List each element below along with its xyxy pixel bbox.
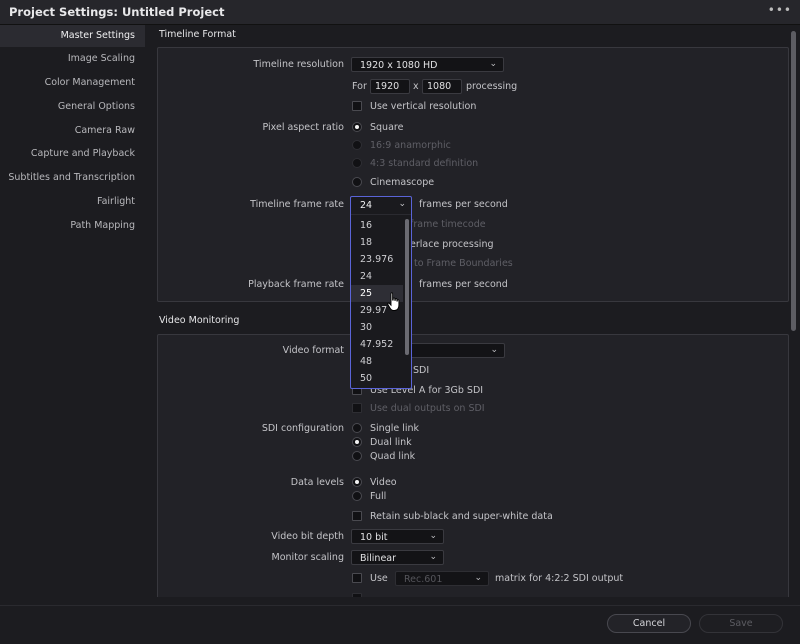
video-format-label: Video format bbox=[282, 345, 344, 356]
dual-outputs-label: Use dual outputs on SDI bbox=[370, 403, 485, 414]
frame-rate-option[interactable]: 23.976 bbox=[351, 251, 403, 268]
frame-rate-option[interactable]: 18 bbox=[351, 234, 403, 251]
retain-checkbox[interactable] bbox=[352, 511, 362, 521]
resolution-value: 1920 x 1080 HD bbox=[360, 60, 438, 71]
bit-depth-select[interactable]: 10 bit ⌄ bbox=[351, 529, 444, 544]
chevron-down-icon: ⌄ bbox=[398, 199, 406, 209]
sdi-single-radio[interactable] bbox=[352, 423, 362, 433]
content-scrollbar[interactable] bbox=[791, 25, 797, 605]
next-checkbox[interactable] bbox=[352, 593, 362, 597]
section-title-timeline-format: Timeline Format bbox=[159, 29, 236, 40]
sdi-quad-radio[interactable] bbox=[352, 451, 362, 461]
par-cinemascope-radio[interactable] bbox=[352, 177, 362, 187]
playback-fps-label: frames per second bbox=[419, 279, 508, 290]
par-square-radio[interactable] bbox=[352, 122, 362, 132]
frame-rate-option[interactable]: 48 bbox=[351, 353, 403, 370]
playback-rate-label: Playback frame rate bbox=[248, 279, 344, 290]
sdi-label: SDI bbox=[413, 365, 430, 376]
matrix-select[interactable]: Rec.601 ⌄ bbox=[395, 571, 489, 586]
bit-depth-value: 10 bit bbox=[360, 532, 388, 543]
frame-rate-option[interactable]: 30 bbox=[351, 319, 403, 336]
dual-outputs-checkbox[interactable] bbox=[352, 403, 362, 413]
drop-frame-label: frame timecode bbox=[410, 219, 486, 230]
height-input[interactable]: 1080 bbox=[422, 79, 462, 94]
monitor-scaling-label: Monitor scaling bbox=[271, 552, 344, 563]
bit-depth-label: Video bit depth bbox=[271, 531, 344, 542]
par-anamorphic-radio[interactable] bbox=[352, 140, 362, 150]
for-label: For bbox=[352, 81, 367, 92]
sdi-dual-radio[interactable] bbox=[352, 437, 362, 447]
frame-rate-label: Timeline frame rate bbox=[250, 199, 344, 210]
x-label: x bbox=[413, 81, 419, 92]
fps-label: frames per second bbox=[419, 199, 508, 210]
frame-rate-option[interactable]: 47.952 bbox=[351, 336, 403, 353]
matrix-value: Rec.601 bbox=[404, 574, 443, 585]
use-matrix-checkbox[interactable] bbox=[352, 573, 362, 583]
par-sd-label: 4:3 standard definition bbox=[370, 158, 479, 169]
frame-boundaries-label: to Frame Boundaries bbox=[414, 258, 513, 269]
save-button[interactable]: Save bbox=[699, 614, 783, 633]
monitor-scaling-select[interactable]: Bilinear ⌄ bbox=[351, 550, 444, 565]
matrix-label: matrix for 4:2:2 SDI output bbox=[495, 573, 624, 584]
data-levels-label: Data levels bbox=[290, 477, 344, 488]
frame-rate-current: 24 bbox=[360, 200, 373, 211]
par-square-label: Square bbox=[370, 122, 404, 133]
interlace-label: erlace processing bbox=[410, 239, 494, 250]
resolution-label: Timeline resolution bbox=[253, 59, 344, 70]
dropdown-scrollbar[interactable] bbox=[405, 219, 409, 355]
par-anamorphic-label: 16:9 anamorphic bbox=[370, 140, 451, 151]
dialog-footer: Cancel Save bbox=[0, 605, 800, 644]
vertical-resolution-checkbox[interactable] bbox=[352, 101, 362, 111]
frame-rate-option[interactable]: 16 bbox=[351, 217, 403, 234]
frame-rate-select[interactable]: 24 ⌄ bbox=[351, 197, 411, 215]
monitor-scaling-value: Bilinear bbox=[360, 553, 397, 564]
section-title-video-monitoring: Video Monitoring bbox=[159, 315, 240, 326]
use-label: Use bbox=[370, 573, 388, 584]
timeline-resolution-select[interactable]: 1920 x 1080 HD ⌄ bbox=[351, 57, 504, 72]
hand-cursor-icon bbox=[387, 292, 400, 311]
par-cinemascope-label: Cinemascope bbox=[370, 177, 435, 188]
chevron-down-icon: ⌄ bbox=[489, 59, 497, 69]
width-input[interactable]: 1920 bbox=[370, 79, 410, 94]
frame-rate-dropdown[interactable]: 24 ⌄ 16 18 23.976 24 25 29.97 30 47.952 … bbox=[350, 196, 412, 389]
frame-rate-option[interactable]: 50 bbox=[351, 370, 403, 387]
data-levels-video-radio[interactable] bbox=[352, 477, 362, 487]
sdi-single-label: Single link bbox=[370, 423, 420, 434]
chevron-down-icon: ⌄ bbox=[490, 345, 498, 355]
chevron-down-icon: ⌄ bbox=[429, 531, 437, 541]
chevron-down-icon: ⌄ bbox=[474, 573, 482, 583]
sdi-quad-label: Quad link bbox=[370, 451, 416, 462]
data-levels-full-label: Full bbox=[370, 491, 387, 502]
par-sd-radio[interactable] bbox=[352, 158, 362, 168]
sdi-config-label: SDI configuration bbox=[261, 423, 344, 434]
chevron-down-icon: ⌄ bbox=[429, 552, 437, 562]
sdi-dual-label: Dual link bbox=[370, 437, 412, 448]
data-levels-full-radio[interactable] bbox=[352, 491, 362, 501]
frame-rate-option[interactable]: 24 bbox=[351, 268, 403, 285]
retain-label: Retain sub-black and super-white data bbox=[370, 511, 553, 522]
vertical-resolution-label: Use vertical resolution bbox=[370, 101, 477, 112]
cancel-button[interactable]: Cancel bbox=[607, 614, 691, 633]
par-label: Pixel aspect ratio bbox=[262, 122, 344, 133]
scrollbar-thumb[interactable] bbox=[791, 31, 796, 331]
data-levels-video-label: Video bbox=[370, 477, 397, 488]
processing-label: processing bbox=[466, 81, 518, 92]
